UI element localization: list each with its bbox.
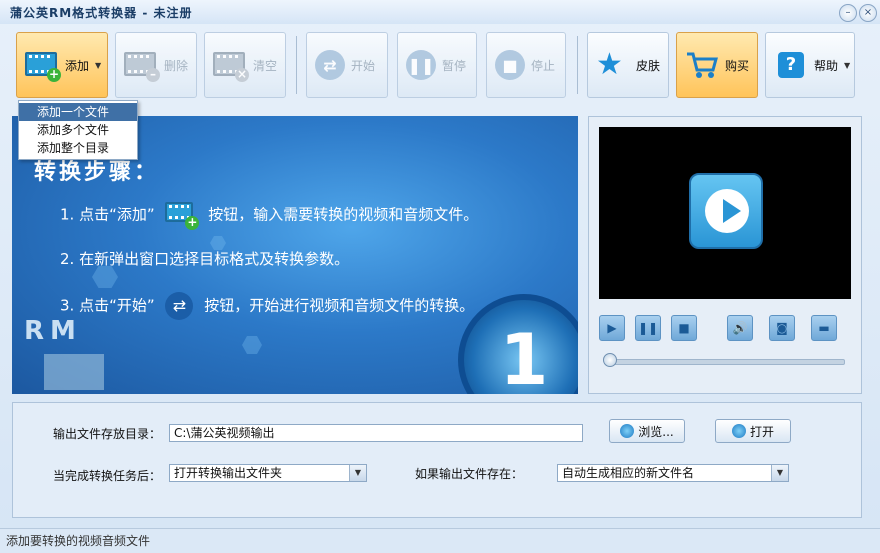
pause-button[interactable]: ❚❚ 暂停 xyxy=(397,32,477,98)
toolbar-separator xyxy=(577,36,578,94)
open-button[interactable]: 打开 xyxy=(715,419,791,443)
open-label: 打开 xyxy=(749,424,774,439)
menu-item-add-folder[interactable]: 添加整个目录 xyxy=(19,139,137,157)
add-label: 添加 xyxy=(65,58,90,73)
output-settings: 输出文件存放目录： C:\蒲公英视频输出 浏览... 打开 当完成转换任务后： … xyxy=(12,402,862,518)
folder-button[interactable]: ▬ xyxy=(811,315,837,341)
open-icon xyxy=(731,424,746,438)
video-screen[interactable] xyxy=(599,127,851,299)
shuffle-icon: ⇄ xyxy=(165,292,194,320)
menu-item-add-files[interactable]: 添加多个文件 xyxy=(19,121,137,139)
browse-label: 浏览... xyxy=(638,424,674,439)
help-dropdown-arrow-icon[interactable]: ▼ xyxy=(844,61,850,70)
window-title: 蒲公英RM格式转换器 - 未注册 xyxy=(10,6,193,20)
main-window: 蒲公英RM格式转换器 - 未注册 – × + 添加 ▼ – 删除 × 清空 ⇄ … xyxy=(0,0,880,553)
clear-film-icon: × xyxy=(213,50,249,82)
buy-label: 购买 xyxy=(725,58,750,73)
pause-label: 暂停 xyxy=(442,58,467,73)
shuffle-icon: ⇄ xyxy=(315,50,345,80)
clear-label: 清空 xyxy=(253,58,278,73)
clear-button[interactable]: × 清空 xyxy=(204,32,286,98)
step-3: 3. 点击“开始” ⇄ 按钮，开始进行视频和音频文件的转换。 xyxy=(60,292,474,320)
browse-button[interactable]: 浏览... xyxy=(609,419,685,443)
add-dropdown-arrow-icon[interactable]: ▼ xyxy=(95,61,101,70)
rm-logo: RM xyxy=(24,316,82,346)
preview-panel: ▶ ❚❚ ■ 🔊 ◙ ▬ xyxy=(588,116,862,394)
chevron-down-icon[interactable]: ▼ xyxy=(771,465,788,481)
step-3-prefix: 3. 点击“开始” xyxy=(60,296,155,315)
skin-button[interactable]: ★ 皮肤 xyxy=(587,32,669,98)
help-icon: ? xyxy=(774,50,808,80)
cart-icon xyxy=(685,50,719,80)
step-3-suffix: 按钮，开始进行视频和音频文件的转换。 xyxy=(204,296,475,315)
menu-item-add-file[interactable]: 添加一个文件 xyxy=(19,103,137,121)
hexagon-decoration xyxy=(92,266,118,288)
after-task-value: 打开转换输出文件夹 xyxy=(174,466,283,480)
play-logo-icon xyxy=(689,173,763,249)
volume-button[interactable]: 🔊 xyxy=(727,315,753,341)
help-label: 帮助 xyxy=(814,58,839,73)
file-exists-select[interactable]: 自动生成相应的新文件名 ▼ xyxy=(557,464,789,482)
chevron-down-icon[interactable]: ▼ xyxy=(349,465,366,481)
star-icon: ★ xyxy=(596,47,623,82)
start-button[interactable]: ⇄ 开始 xyxy=(306,32,388,98)
after-task-select[interactable]: 打开转换输出文件夹 ▼ xyxy=(169,464,367,482)
delete-button[interactable]: – 删除 xyxy=(115,32,197,98)
title-bar: 蒲公英RM格式转换器 - 未注册 – × xyxy=(0,0,880,24)
delete-label: 删除 xyxy=(164,58,189,73)
step-2: 2. 在新弹出窗口选择目标格式及转换参数。 xyxy=(60,250,350,268)
step-1: 1. 点击“添加” + 按钮，输入需要转换的视频和音频文件。 xyxy=(60,202,479,230)
stop-label: 停止 xyxy=(531,58,556,73)
file-exists-value: 自动生成相应的新文件名 xyxy=(562,466,695,480)
step-number-badge: 1 xyxy=(458,294,578,394)
buy-button[interactable]: 购买 xyxy=(676,32,758,98)
minimize-button[interactable]: – xyxy=(839,4,857,22)
file-exists-label: 如果输出文件存在： xyxy=(415,467,524,481)
step-1-prefix: 1. 点击“添加” xyxy=(60,205,155,224)
browse-icon xyxy=(620,424,635,438)
hexagon-decoration xyxy=(242,336,262,354)
output-dir-label: 输出文件存放目录： xyxy=(53,427,162,441)
progress-slider-handle[interactable] xyxy=(603,353,617,367)
film-decoration xyxy=(44,354,104,390)
help-button[interactable]: ? 帮助 ▼ xyxy=(765,32,855,98)
close-button[interactable]: × xyxy=(859,4,877,22)
skin-label: 皮肤 xyxy=(636,58,661,73)
output-dir-field[interactable]: C:\蒲公英视频输出 xyxy=(169,424,583,442)
snapshot-button[interactable]: ◙ xyxy=(769,315,795,341)
delete-film-icon: – xyxy=(124,50,160,82)
play-button[interactable]: ▶ xyxy=(599,315,625,341)
progress-slider[interactable] xyxy=(605,359,845,365)
start-label: 开始 xyxy=(351,58,376,73)
stop-button[interactable]: ■ 停止 xyxy=(486,32,566,98)
stop-player-button[interactable]: ■ xyxy=(671,315,697,341)
step-1-suffix: 按钮，输入需要转换的视频和音频文件。 xyxy=(208,205,479,224)
toolbar-separator xyxy=(296,36,297,94)
stop-icon: ■ xyxy=(495,50,525,80)
status-text: 添加要转换的视频音频文件 xyxy=(6,534,151,548)
status-bar: 添加要转换的视频音频文件 xyxy=(0,528,880,553)
add-button[interactable]: + 添加 ▼ xyxy=(16,32,108,98)
add-dropdown-menu: 添加一个文件 添加多个文件 添加整个目录 xyxy=(18,100,138,160)
add-film-icon: + xyxy=(25,50,61,82)
toolbar: + 添加 ▼ – 删除 × 清空 ⇄ 开始 ❚❚ 暂停 ■ 停止 ★ 皮肤 购买… xyxy=(0,28,880,104)
pause-player-button[interactable]: ❚❚ xyxy=(635,315,661,341)
pause-icon: ❚❚ xyxy=(406,50,436,80)
after-task-label: 当完成转换任务后： xyxy=(53,469,162,483)
add-film-icon: + xyxy=(165,202,200,230)
